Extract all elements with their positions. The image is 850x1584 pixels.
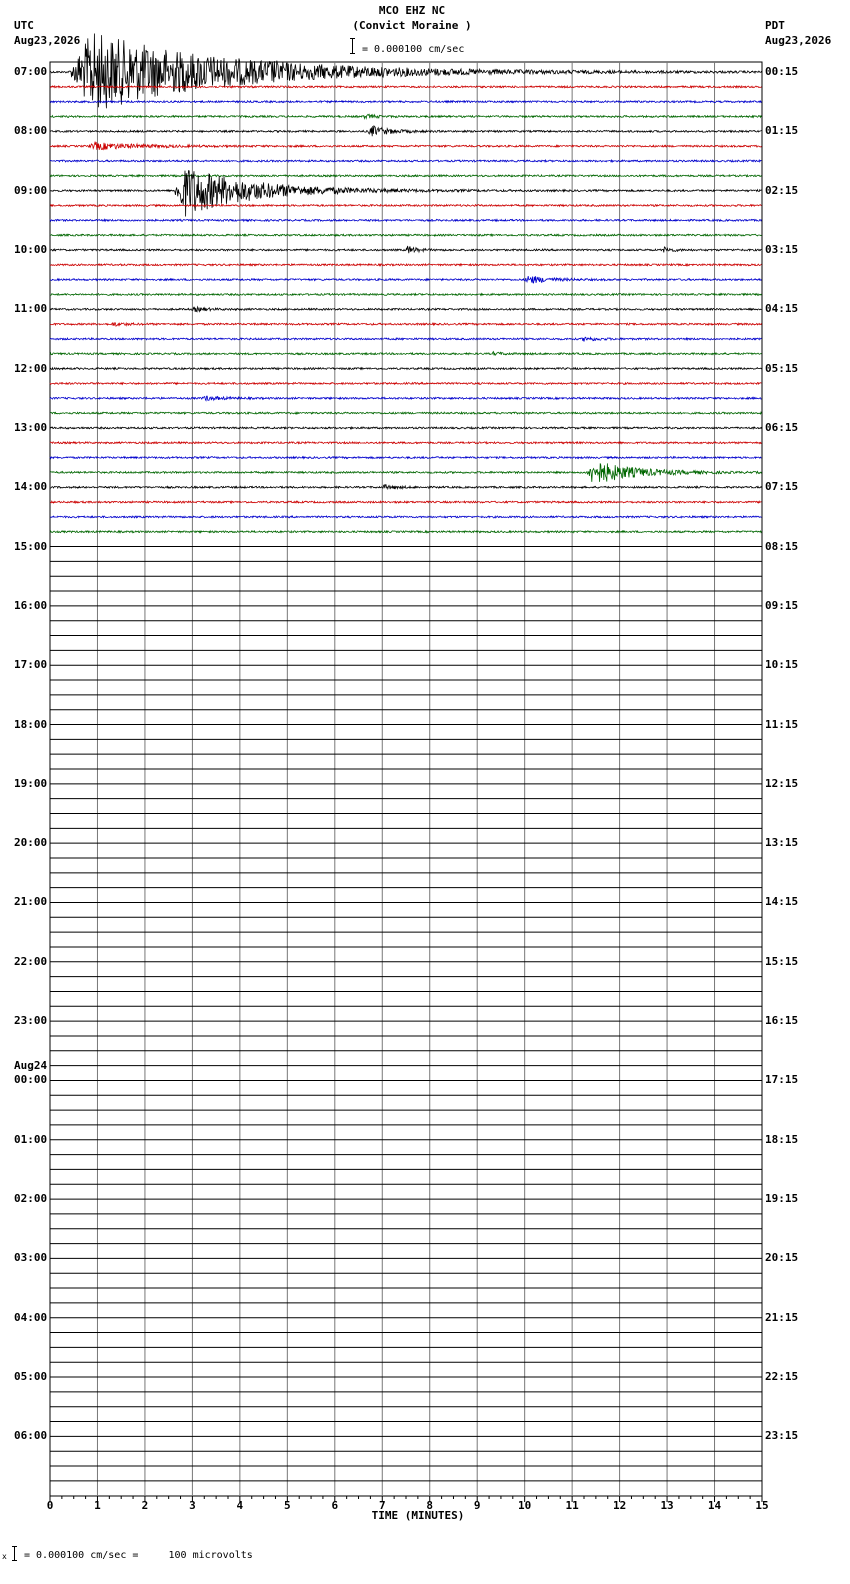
seismic-trace [49, 395, 762, 402]
seismic-trace [49, 336, 762, 342]
x-tick-label: 10 [518, 1499, 532, 1512]
seismic-trace [49, 305, 762, 313]
seismic-trace [49, 425, 762, 430]
seismic-trace [49, 529, 762, 534]
seismic-trace [49, 410, 762, 416]
x-tick-label: 6 [331, 1499, 339, 1512]
seismic-trace [49, 173, 762, 178]
seismic-trace [49, 262, 762, 267]
x-tick-label: 15 [755, 1499, 769, 1512]
seismic-trace [49, 381, 762, 386]
helicorder-plot [49, 33, 763, 1502]
seismic-trace [49, 455, 762, 460]
seismic-trace [49, 292, 762, 297]
seismic-trace [49, 500, 762, 505]
x-tick-label: 12 [612, 1499, 627, 1512]
seismic-trace [49, 158, 762, 164]
footer-marker: x [2, 1552, 7, 1561]
seismic-trace [49, 113, 762, 120]
seismic-trace [49, 350, 762, 356]
seismic-trace [49, 99, 762, 104]
x-tick-label: 3 [189, 1499, 196, 1512]
x-tick-label: 5 [284, 1499, 291, 1512]
seismic-trace [49, 33, 762, 109]
seismic-trace [49, 276, 762, 284]
seismic-trace [49, 321, 762, 328]
seismic-trace [49, 245, 762, 254]
x-tick-label: 4 [236, 1499, 244, 1512]
seismic-trace [49, 203, 762, 208]
footer-scale-note: = 0.000100 cm/sec = 100 microvolts [24, 1550, 253, 1561]
footer-scale-bar-icon [12, 1546, 17, 1561]
x-tick-label: 11 [565, 1499, 579, 1512]
seismic-trace [49, 124, 762, 137]
seismic-trace [49, 440, 762, 445]
x-tick-label: 9 [473, 1499, 481, 1512]
x-tick-label: 13 [660, 1499, 674, 1512]
seismic-trace [49, 366, 762, 371]
x-tick-label: 0 [46, 1499, 54, 1512]
seismic-trace [49, 169, 762, 217]
seismic-trace [49, 140, 762, 151]
plot-frame [49, 61, 763, 1497]
seismic-trace [49, 483, 762, 491]
seismic-trace [49, 218, 762, 223]
seismic-trace [49, 233, 762, 238]
x-tick-label: 2 [141, 1499, 149, 1512]
seismic-trace [49, 463, 762, 482]
x-tick-label: 1 [94, 1499, 101, 1512]
seismic-trace [49, 514, 762, 519]
x-tick-label: 14 [707, 1499, 722, 1512]
x-axis-label: TIME (MINUTES) [371, 1509, 465, 1522]
